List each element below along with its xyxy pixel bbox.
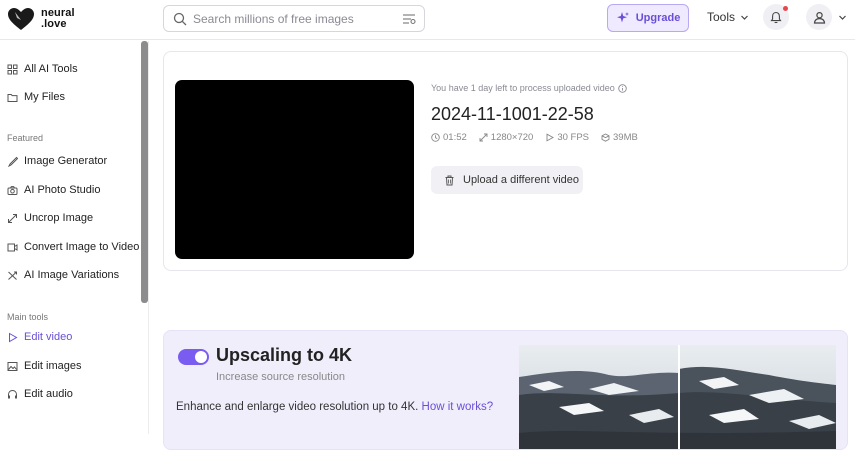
upscaling-description: Enhance and enlarge video resolution up …: [176, 401, 493, 413]
heart-logo-icon: [8, 8, 34, 30]
upgrade-label: Upgrade: [635, 12, 681, 24]
camera-icon: [7, 185, 18, 195]
user-icon: [813, 11, 825, 24]
processing-notice-text: You have 1 day left to process uploaded …: [431, 83, 615, 93]
sidebar-item-edit-video[interactable]: Edit video: [7, 331, 72, 343]
sidebar-item-label: Image Generator: [24, 155, 108, 167]
sidebar-item-ai-photo-studio[interactable]: AI Photo Studio: [7, 184, 100, 196]
sidebar-item-ai-image-variations[interactable]: AI Image Variations: [7, 269, 119, 281]
video-title: 2024-11-1001-22-58: [431, 104, 594, 124]
notifications-button[interactable]: [763, 4, 789, 30]
video-preview[interactable]: [175, 80, 414, 259]
how-it-works-link[interactable]: How it works?: [422, 401, 494, 413]
sidebar-item-label: AI Photo Studio: [24, 184, 101, 196]
trash-icon: [445, 175, 454, 185]
sidebar-item-label: Edit video: [24, 331, 73, 343]
box-icon: [601, 133, 610, 142]
video-duration: 01:52: [431, 132, 467, 143]
upgrade-button[interactable]: Upgrade: [607, 4, 689, 32]
upscaling-subtitle: Increase source resolution: [216, 371, 346, 383]
user-menu-button[interactable]: [806, 4, 832, 30]
sidebar-item-label: AI Image Variations: [24, 269, 120, 281]
sidebar-item-convert-image-to-video[interactable]: Convert Image to Video: [7, 241, 139, 253]
sidebar-item-label: All AI Tools: [24, 63, 78, 75]
filter-icon[interactable]: [402, 12, 416, 26]
search-box[interactable]: [163, 5, 425, 32]
main-content: You have 1 day left to process uploaded …: [150, 41, 855, 450]
processing-notice: You have 1 day left to process uploaded …: [431, 83, 627, 93]
video-size: 39MB: [601, 132, 638, 143]
sidebar-item-all-ai-tools[interactable]: All AI Tools: [7, 63, 78, 75]
upscaling-toggle[interactable]: [178, 349, 209, 365]
top-bar: neural .love Upgrade Tools: [0, 0, 855, 40]
video-size-value: 39MB: [613, 132, 638, 143]
play-icon: [9, 332, 18, 342]
upscaling-title: Upscaling to 4K: [216, 345, 353, 365]
upscaling-card: Upscaling to 4K Increase source resoluti…: [163, 330, 848, 450]
sidebar-item-image-generator[interactable]: Image Generator: [7, 155, 107, 167]
search-icon: [173, 12, 187, 25]
logo[interactable]: neural .love: [6, 6, 75, 32]
expand-icon: [8, 213, 17, 223]
toggle-knob: [195, 351, 207, 363]
image-icon: [7, 361, 18, 371]
headphones-icon: [8, 389, 17, 398]
video-convert-icon: [7, 243, 18, 251]
logo-text-line2: .love: [41, 18, 67, 30]
video-fps-value: 30 FPS: [557, 132, 590, 143]
sidebar-item-label: Uncrop Image: [24, 212, 94, 224]
sidebar-item-label: Convert Image to Video: [24, 241, 140, 253]
video-duration-value: 01:52: [443, 132, 467, 143]
info-icon[interactable]: [618, 83, 627, 93]
shuffle-icon: [8, 271, 17, 280]
clock-icon: [431, 133, 440, 142]
sidebar: All AI Tools My Files Featured Image Gen…: [0, 41, 149, 434]
upload-different-video-button[interactable]: Upload a different video: [431, 166, 583, 194]
sidebar-item-my-files[interactable]: My Files: [7, 91, 65, 103]
sidebar-scrollbar[interactable]: [141, 41, 148, 303]
sidebar-item-edit-images[interactable]: Edit images: [7, 360, 81, 372]
notification-dot: [783, 6, 788, 11]
bell-icon: [770, 11, 782, 23]
chevron-down-icon: [741, 15, 748, 20]
sidebar-item-uncrop-image[interactable]: Uncrop Image: [7, 212, 93, 224]
tools-menu[interactable]: Tools: [707, 10, 749, 24]
folder-icon: [7, 93, 18, 102]
search-input[interactable]: [193, 11, 393, 26]
chevron-down-icon[interactable]: [838, 13, 847, 22]
sidebar-item-label: Edit audio: [24, 388, 73, 400]
video-info-card: You have 1 day left to process uploaded …: [163, 51, 848, 271]
resize-icon: [479, 133, 488, 142]
upscaling-description-text: Enhance and enlarge video resolution up …: [176, 401, 419, 413]
video-fps: 30 FPS: [545, 132, 589, 143]
sidebar-item-edit-audio[interactable]: Edit audio: [7, 388, 73, 400]
video-resolution: 1280×720: [479, 132, 534, 143]
before-after-comparison-image[interactable]: [519, 345, 836, 450]
brush-icon: [7, 156, 18, 167]
upload-button-label: Upload a different video: [463, 174, 579, 186]
sidebar-item-label: Edit images: [24, 360, 82, 372]
video-resolution-value: 1280×720: [490, 132, 534, 143]
tools-label: Tools: [707, 10, 736, 24]
video-meta: 01:52 1280×720 30 FPS 39MB: [431, 132, 650, 143]
play-icon: [546, 133, 555, 142]
section-label-featured: Featured: [7, 133, 44, 143]
grid-icon: [7, 64, 18, 74]
section-label-main-tools: Main tools: [7, 312, 49, 322]
sidebar-item-label: My Files: [24, 91, 65, 103]
sparkle-icon: [616, 12, 629, 23]
